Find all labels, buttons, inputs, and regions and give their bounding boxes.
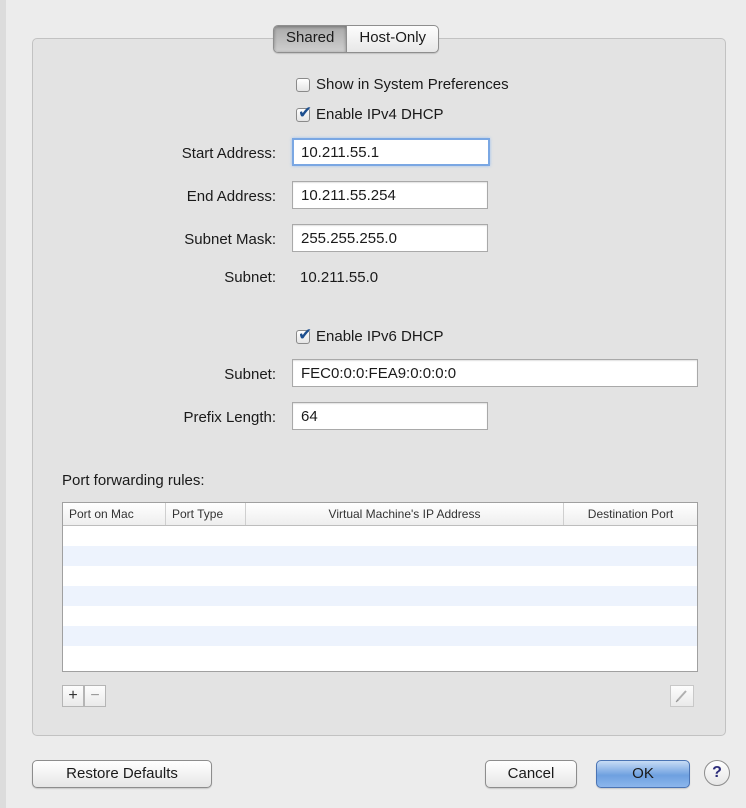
table-row [63, 646, 697, 666]
prefix-length-field[interactable] [292, 402, 488, 430]
enable-ipv4-dhcp-option[interactable]: ✔ Enable IPv4 DHCP [296, 103, 444, 123]
end-address-field[interactable] [292, 181, 488, 209]
table-header: Port on Mac Port Type Virtual Machine's … [63, 503, 697, 526]
tab-bar: Shared Host-Only [273, 25, 440, 53]
checkmark-icon: ✔ [298, 324, 313, 344]
add-rule-button[interactable]: + [62, 685, 84, 707]
end-address-label: End Address: [186, 188, 276, 205]
table-row [63, 586, 697, 606]
port-forwarding-title: Port forwarding rules: [62, 472, 205, 489]
column-header-vm-ip-address[interactable]: Virtual Machine's IP Address [246, 503, 564, 525]
cancel-button[interactable]: Cancel [485, 760, 577, 788]
enable-ipv6-dhcp-label: Enable IPv6 DHCP [316, 328, 444, 345]
ipv4-subnet-label: Subnet: [224, 269, 276, 286]
enable-ipv6-dhcp-option[interactable]: ✔ Enable IPv6 DHCP [296, 325, 444, 345]
show-in-system-preferences-label: Show in System Preferences [316, 76, 509, 93]
ipv6-subnet-label: Subnet: [224, 366, 276, 383]
table-row [63, 606, 697, 626]
tab-shared[interactable]: Shared [274, 26, 348, 52]
column-header-port-type[interactable]: Port Type [166, 503, 246, 525]
remove-rule-button[interactable]: − [84, 685, 106, 707]
pencil-icon [675, 690, 687, 703]
edit-rule-button[interactable] [670, 685, 694, 707]
window-edge [0, 0, 6, 808]
enable-ipv4-dhcp-label: Enable IPv4 DHCP [316, 106, 444, 123]
subnet-mask-field[interactable] [292, 224, 488, 252]
prefix-length-label: Prefix Length: [183, 409, 276, 426]
show-in-system-preferences-option[interactable]: Show in System Preferences [296, 76, 509, 93]
restore-defaults-button[interactable]: Restore Defaults [32, 760, 212, 788]
start-address-field[interactable] [292, 138, 490, 166]
table-row [63, 546, 697, 566]
column-header-destination-port[interactable]: Destination Port [564, 503, 697, 525]
ipv4-subnet-value: 10.211.55.0 [300, 269, 379, 286]
table-row [63, 626, 697, 646]
enable-ipv6-dhcp-checkbox[interactable]: ✔ [296, 325, 312, 344]
checkmark-icon: ✔ [298, 102, 313, 122]
enable-ipv4-dhcp-checkbox[interactable]: ✔ [296, 103, 312, 122]
show-in-system-preferences-checkbox[interactable] [296, 77, 310, 92]
ipv6-subnet-field[interactable] [292, 359, 698, 387]
start-address-label: Start Address: [181, 145, 276, 162]
ok-button[interactable]: OK [596, 760, 690, 788]
table-row [63, 526, 697, 546]
table-row [63, 566, 697, 586]
help-icon[interactable]: ? [704, 760, 730, 786]
port-forwarding-table[interactable]: Port on Mac Port Type Virtual Machine's … [62, 502, 698, 672]
subnet-mask-label: Subnet Mask: [184, 231, 276, 248]
tab-host-only[interactable]: Host-Only [347, 26, 438, 52]
column-header-port-on-mac[interactable]: Port on Mac [63, 503, 166, 525]
